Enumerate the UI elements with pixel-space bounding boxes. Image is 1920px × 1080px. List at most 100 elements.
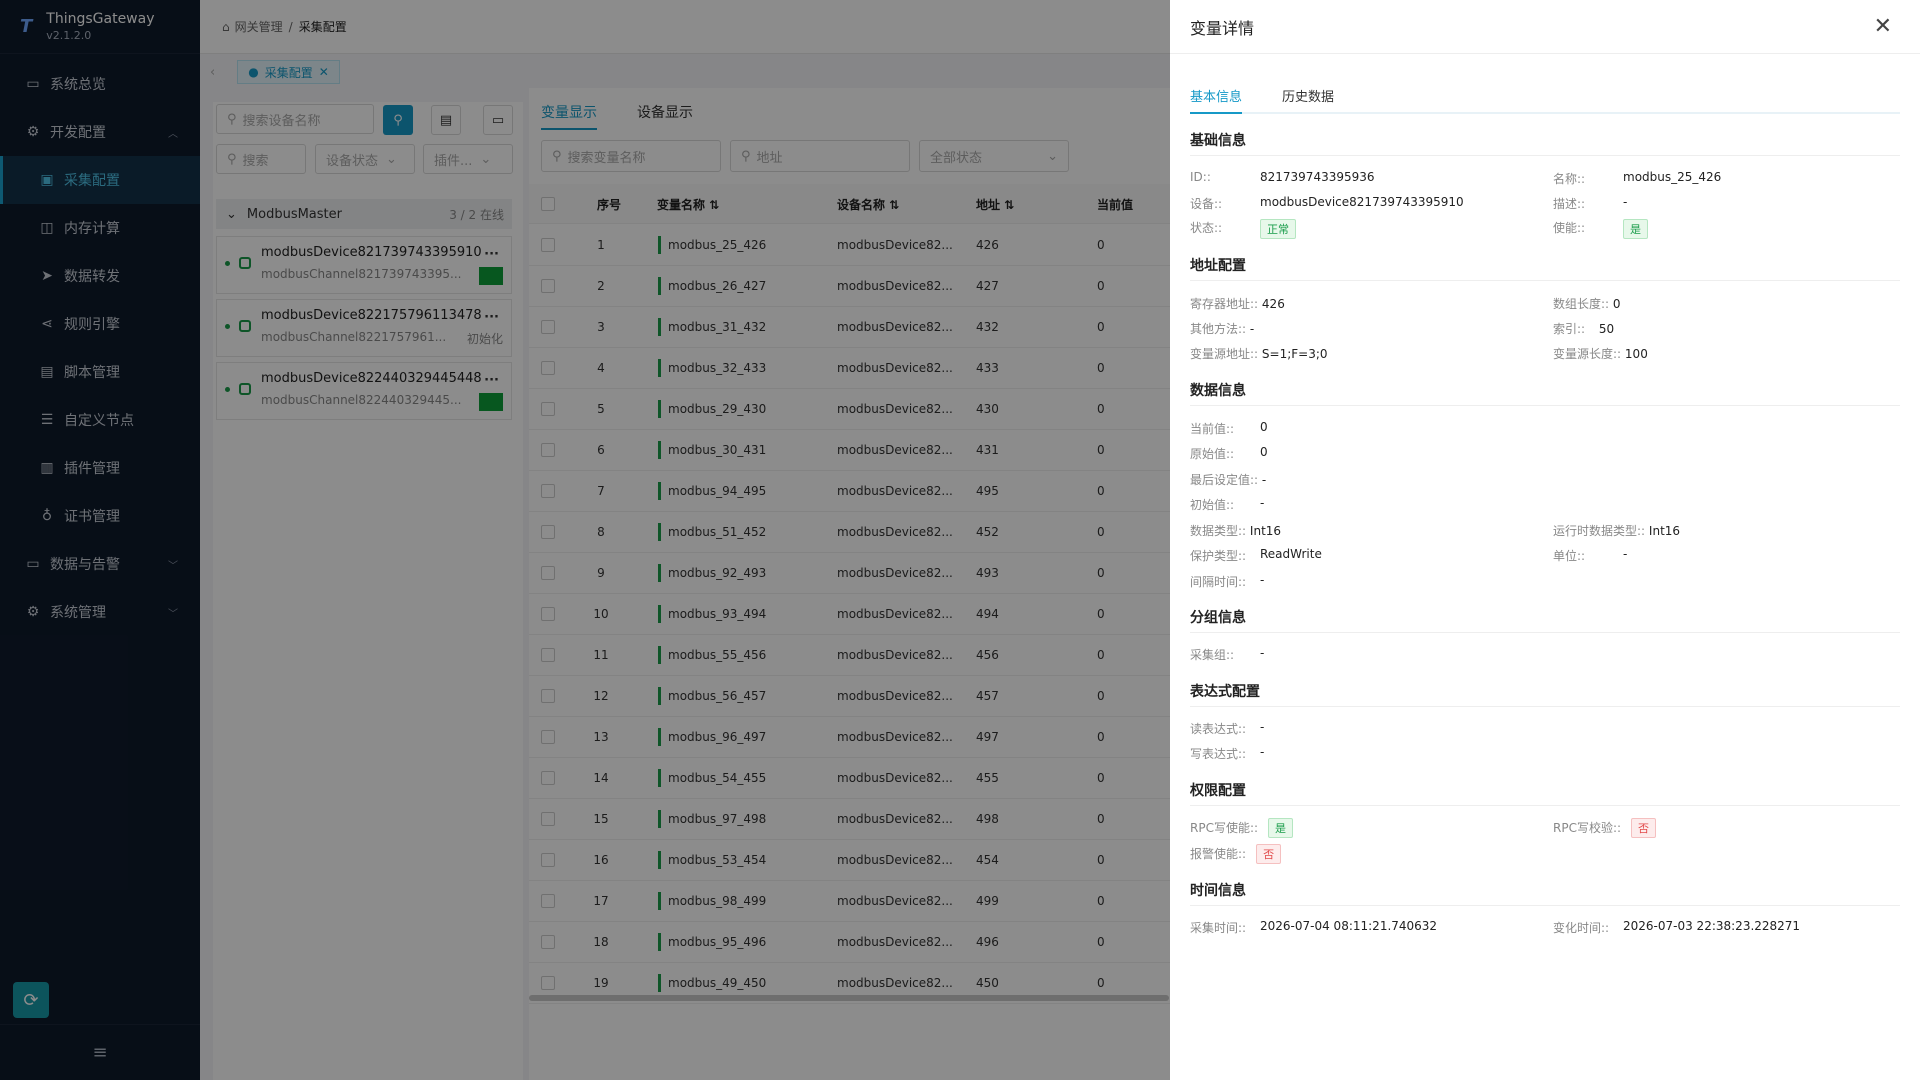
divider (1190, 632, 1900, 633)
field-label: 单位:: (1553, 549, 1586, 563)
field-device: 设备:: modbusDevice821739743395910 (1190, 195, 1464, 212)
field-raw-value: 原始值:: 0 (1190, 445, 1268, 462)
field-label: 报警使能:: (1190, 847, 1247, 861)
field-source-length: 变量源长度:: 100 (1553, 345, 1648, 362)
field-state: 状态:: 正常 (1190, 219, 1296, 239)
field-label: 采集组:: (1190, 648, 1235, 662)
close-icon[interactable]: ✕ (1874, 14, 1892, 39)
field-label: 数组长度:: (1553, 297, 1610, 311)
section-address: 地址配置 (1190, 258, 1246, 274)
field-label: ID:: (1190, 170, 1211, 184)
section-permission: 权限配置 (1190, 783, 1246, 799)
field-alarm-enable: 报警使能:: 否 (1190, 844, 1282, 864)
field-value: modbus_25_426 (1623, 170, 1722, 184)
field-value: 50 (1598, 322, 1615, 336)
field-value: 426 (1261, 297, 1285, 311)
field-protect-type: 保护类型:: ReadWrite (1190, 547, 1322, 564)
field-value: - (1261, 473, 1267, 487)
field-interval: 间隔时间:: - (1190, 573, 1264, 590)
divider (1190, 155, 1900, 156)
field-value: Int16 (1249, 524, 1282, 538)
divider (1190, 905, 1900, 906)
field-value: 100 (1624, 347, 1648, 361)
field-value: 2026-07-04 08:11:21.740632 (1260, 919, 1438, 933)
field-index: 索引:: 50 (1553, 320, 1614, 337)
field-read-expr: 读表达式:: - (1190, 720, 1264, 737)
rpc-write-badge: 是 (1268, 818, 1294, 838)
field-label: 状态:: (1190, 221, 1223, 235)
field-value: Int16 (1648, 524, 1681, 538)
alarm-badge: 否 (1256, 844, 1282, 864)
field-label: 当前值:: (1190, 422, 1235, 436)
field-unit: 单位:: - (1553, 547, 1627, 564)
field-label: 名称:: (1553, 172, 1586, 186)
field-label: 寄存器地址:: (1190, 297, 1259, 311)
section-time: 时间信息 (1190, 883, 1246, 899)
field-collect-time: 采集时间:: 2026-07-04 08:11:21.740632 (1190, 919, 1437, 936)
field-label: 其他方法:: (1190, 322, 1247, 336)
field-current-value: 当前值:: 0 (1190, 420, 1268, 437)
field-label: 初始值:: (1190, 498, 1235, 512)
field-value: - (1260, 573, 1265, 587)
field-source-address: 变量源地址:: S=1;F=3;0 (1190, 345, 1328, 362)
field-value: - (1623, 195, 1628, 209)
field-rpc-check: RPC写校验:: 否 (1553, 818, 1657, 838)
field-label: 运行时数据类型:: (1553, 524, 1646, 538)
divider (1190, 706, 1900, 707)
field-label: 变量源地址:: (1190, 347, 1259, 361)
field-value: - (1623, 547, 1628, 561)
field-value: 0 (1260, 420, 1268, 434)
field-write-expr: 写表达式:: - (1190, 745, 1264, 762)
field-value: - (1260, 496, 1265, 510)
field-enable: 使能:: 是 (1553, 219, 1648, 239)
field-change-time: 变化时间:: 2026-07-03 22:38:23.228271 (1553, 919, 1800, 936)
field-array-length: 数组长度:: 0 (1553, 295, 1621, 312)
divider (1190, 280, 1900, 281)
field-label: 变量源长度:: (1553, 347, 1622, 361)
field-label: 间隔时间:: (1190, 575, 1247, 589)
divider (1190, 805, 1900, 806)
field-desc: 描述:: - (1553, 195, 1627, 212)
field-collect-group: 采集组:: - (1190, 646, 1264, 663)
field-last-set: 最后设定值:: - (1190, 471, 1266, 488)
rpc-check-badge: 否 (1631, 818, 1657, 838)
field-value: S=1;F=3;0 (1261, 347, 1328, 361)
field-value: - (1260, 720, 1265, 734)
section-basic: 基础信息 (1190, 133, 1246, 149)
field-value: 0 (1260, 445, 1268, 459)
field-value: ReadWrite (1260, 547, 1322, 561)
field-runtime-type: 运行时数据类型:: Int16 (1553, 522, 1680, 539)
field-value: 2026-07-03 22:38:23.228271 (1623, 919, 1801, 933)
drawer-header: 变量详情 ✕ (1170, 0, 1920, 54)
field-label: 使能:: (1553, 221, 1586, 235)
status-badge: 正常 (1260, 219, 1296, 239)
field-register: 寄存器地址:: 426 (1190, 295, 1285, 312)
field-value: modbusDevice821739743395910 (1260, 195, 1464, 209)
field-value: 821739743395936 (1260, 170, 1375, 184)
field-label: 描述:: (1553, 197, 1586, 211)
field-label: RPC写使能:: (1190, 821, 1259, 835)
tab-basic-info[interactable]: 基本信息 (1190, 84, 1243, 114)
field-initial: 初始值:: - (1190, 496, 1264, 513)
section-data: 数据信息 (1190, 383, 1246, 399)
field-label: 数据类型:: (1190, 524, 1247, 538)
field-label: 变化时间:: (1553, 921, 1610, 935)
field-label: 索引:: (1553, 322, 1586, 336)
field-label: 采集时间:: (1190, 921, 1247, 935)
field-label: 读表达式:: (1190, 722, 1247, 736)
variable-detail-drawer: 变量详情 ✕ 基本信息 历史数据 基础信息 ID:: 82173974339593… (1170, 0, 1920, 1080)
field-id: ID:: 821739743395936 (1190, 170, 1375, 184)
divider (1190, 405, 1900, 406)
field-label: 设备:: (1190, 197, 1223, 211)
field-label: 保护类型:: (1190, 549, 1247, 563)
field-data-type: 数据类型:: Int16 (1190, 522, 1281, 539)
field-value: - (1249, 322, 1255, 336)
field-rpc-write: RPC写使能:: 是 (1190, 818, 1294, 838)
field-value: - (1260, 646, 1265, 660)
field-value: 0 (1612, 297, 1621, 311)
drawer-title: 变量详情 (1190, 18, 1255, 38)
field-label: 写表达式:: (1190, 747, 1247, 761)
tab-history-data[interactable]: 历史数据 (1282, 84, 1334, 112)
field-label: 最后设定值:: (1190, 473, 1259, 487)
field-name: 名称:: modbus_25_426 (1553, 170, 1721, 187)
